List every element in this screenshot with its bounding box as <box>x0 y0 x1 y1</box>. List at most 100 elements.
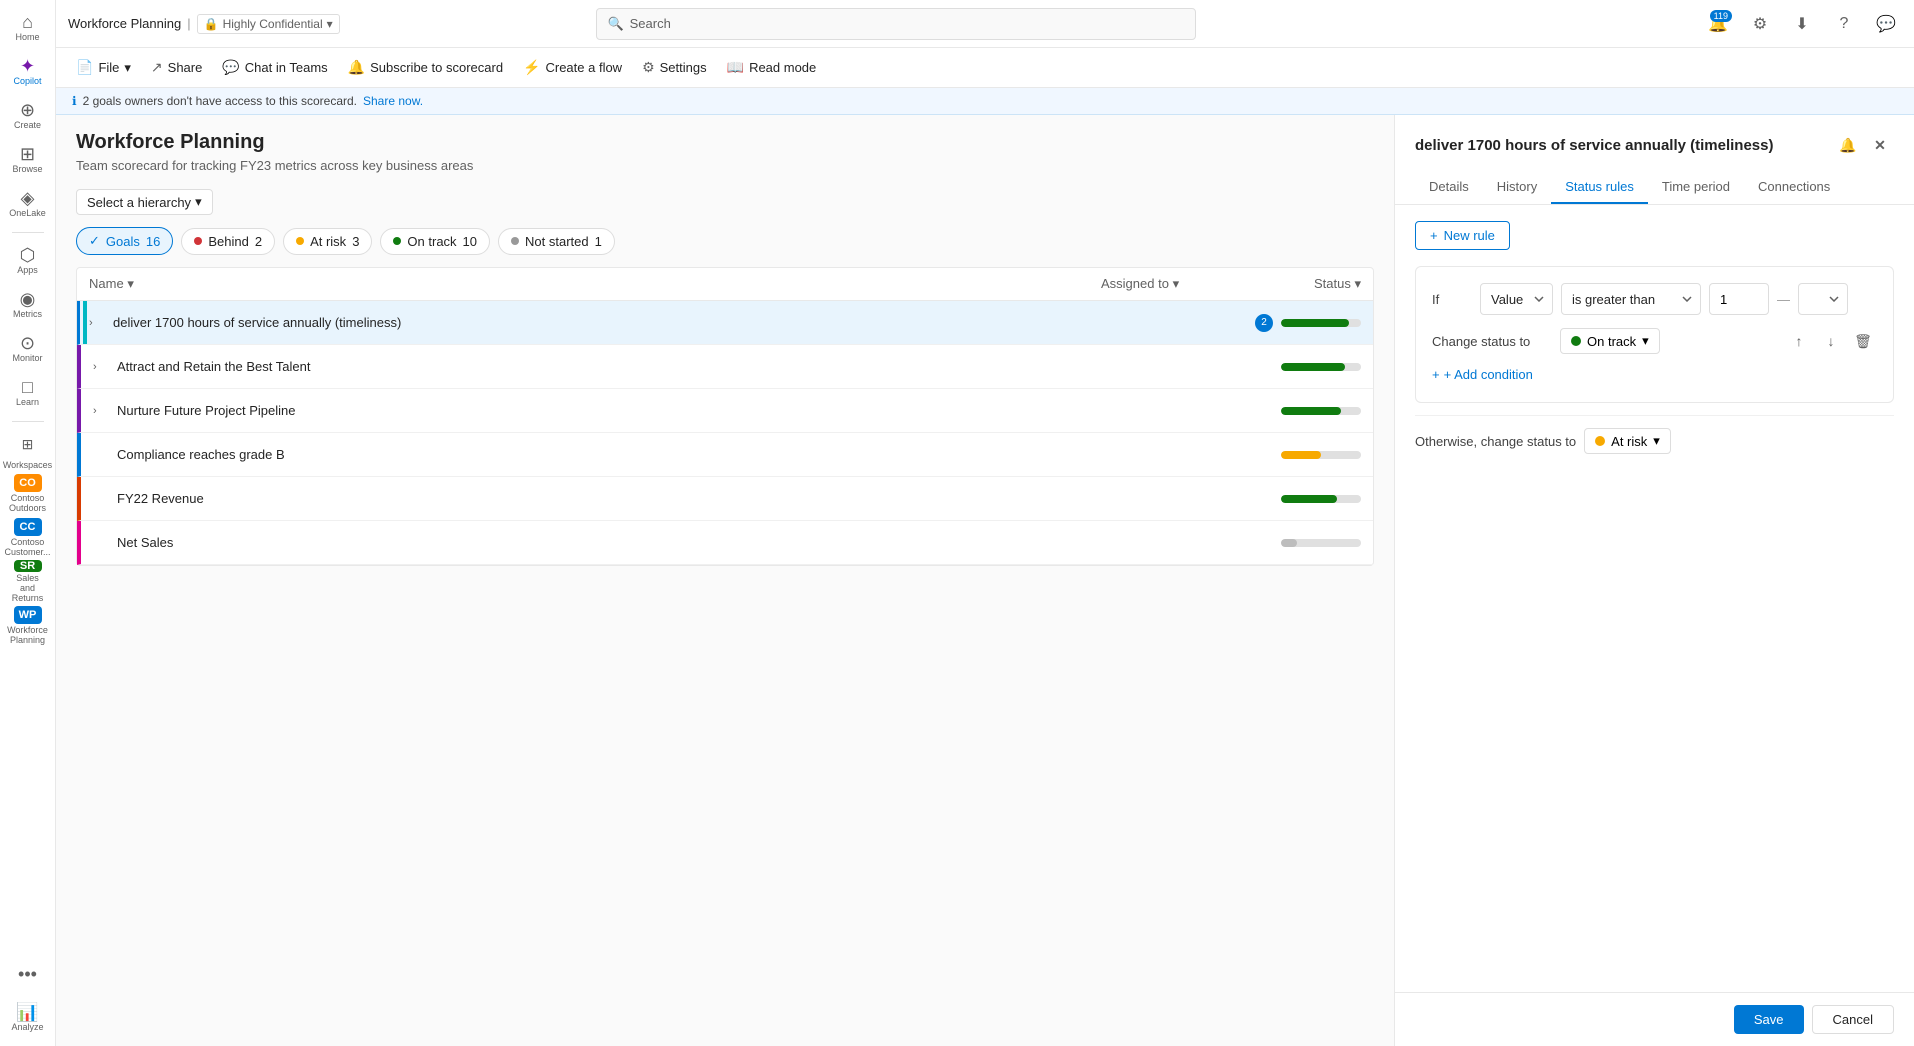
file-btn[interactable]: 📄 File ▾ <box>68 54 139 82</box>
table-row[interactable]: › Compliance reaches grade B <box>77 433 1373 477</box>
table-row[interactable]: › Attract and Retain the Best Talent <box>77 345 1373 389</box>
add-condition-label: + Add condition <box>1444 367 1533 382</box>
feedback-icon: 💬 <box>1876 14 1896 34</box>
if-label: If <box>1432 292 1472 307</box>
sidebar-item-copilot[interactable]: ✦ Copilot <box>8 52 48 92</box>
ontrack-status-dropdown[interactable]: On track ▾ <box>1560 328 1660 354</box>
add-condition-icon: + <box>1432 367 1440 382</box>
tab-details[interactable]: Details <box>1415 171 1483 204</box>
filter-goals[interactable]: ✓ Goals 16 <box>76 227 173 255</box>
download-icon: ⬇ <box>1795 14 1808 34</box>
table-row[interactable]: › FY22 Revenue <box>77 477 1373 521</box>
table-row[interactable]: › Net Sales <box>77 521 1373 565</box>
panel-tabs: Details History Status rules Time period… <box>1415 171 1894 204</box>
feedback-btn[interactable]: 💬 <box>1870 8 1902 40</box>
chat-icon: 💬 <box>222 59 239 76</box>
sidebar-item-analyze[interactable]: 📊 Analyze <box>8 998 48 1038</box>
sidebar-item-sales-returns[interactable]: SR Sales andReturns <box>8 562 48 602</box>
table-row[interactable]: › Nurture Future Project Pipeline <box>77 389 1373 433</box>
otherwise-label: Otherwise, change status to <box>1415 434 1576 449</box>
filter-notstarted-count: 1 <box>595 234 602 249</box>
sidebar-item-onelake[interactable]: ◈ OneLake <box>8 184 48 224</box>
panel-bell-btn[interactable]: 🔔 <box>1834 131 1862 159</box>
panel-content: + New rule If Value is greater than is l… <box>1395 205 1914 992</box>
tab-connections[interactable]: Connections <box>1744 171 1844 204</box>
download-btn[interactable]: ⬇ <box>1786 8 1818 40</box>
sidebar-item-home[interactable]: ⌂ Home <box>8 8 48 48</box>
filter-notstarted[interactable]: Not started 1 <box>498 228 615 255</box>
rule-value-to-select[interactable] <box>1798 283 1848 315</box>
rule-if-row: If Value is greater than is less than eq… <box>1432 283 1877 315</box>
read-mode-btn[interactable]: 📖 Read mode <box>719 54 825 82</box>
rule-delete-btn[interactable]: 🗑 <box>1849 327 1877 355</box>
topbar-right: 🔔 119 ⚙ ⬇ ? 💬 <box>1702 8 1902 40</box>
ontrack-chevron: ▾ <box>1642 333 1649 349</box>
comment-badge[interactable]: 2 <box>1255 314 1273 332</box>
chat-btn[interactable]: 💬 Chat in Teams <box>214 54 335 82</box>
cancel-button[interactable]: Cancel <box>1812 1005 1894 1034</box>
sales-returns-icon: SR <box>14 560 42 572</box>
goal-name: Compliance reaches grade B <box>113 447 1281 462</box>
panel-close-btn[interactable]: ✕ <box>1866 131 1894 159</box>
sidebar-item-learn[interactable]: □ Learn <box>8 373 48 413</box>
subscribe-btn[interactable]: 🔔 Subscribe to scorecard <box>340 54 511 82</box>
filter-ontrack-count: 10 <box>463 234 477 249</box>
save-button[interactable]: Save <box>1734 1005 1804 1034</box>
filter-behind[interactable]: Behind 2 <box>181 228 275 255</box>
rule-value-from[interactable] <box>1709 283 1769 315</box>
search-box[interactable]: 🔍 Search <box>596 8 1196 40</box>
rule-up-btn[interactable]: ↑ <box>1785 327 1813 355</box>
help-btn[interactable]: ? <box>1828 8 1860 40</box>
create-flow-btn[interactable]: ⚡ Create a flow <box>515 54 630 82</box>
close-icon: ✕ <box>1874 137 1886 154</box>
goals-check-icon: ✓ <box>89 233 100 249</box>
goal-name: deliver 1700 hours of service annually (… <box>109 315 1255 330</box>
sidebar-item-workspaces[interactable]: ⊞ Workspaces <box>8 430 48 470</box>
sensitivity-label: Highly Confidential <box>223 17 323 31</box>
search-icon: 🔍 <box>607 16 623 32</box>
sidebar-item-workforce-planning[interactable]: WP WorkforcePlanning <box>8 606 48 646</box>
expand-icon[interactable]: › <box>89 317 109 329</box>
hierarchy-btn[interactable]: Select a hierarchy ▾ <box>76 189 213 215</box>
tab-time-period[interactable]: Time period <box>1648 171 1744 204</box>
sidebar-item-apps[interactable]: ⬡ Apps <box>8 241 48 281</box>
table-row[interactable]: › deliver 1700 hours of service annually… <box>77 301 1373 345</box>
notifications-btn[interactable]: 🔔 119 <box>1702 8 1734 40</box>
sensitivity-badge[interactable]: 🔒 Highly Confidential ▾ <box>197 14 340 34</box>
filter-behind-label: Behind <box>208 234 248 249</box>
rule-change-status-row: Change status to On track ▾ ↑ ↓ 🗑 <box>1432 327 1877 355</box>
learn-icon: □ <box>22 378 33 396</box>
settings-btn[interactable]: ⚙ <box>1744 8 1776 40</box>
filter-atrisk[interactable]: At risk 3 <box>283 228 372 255</box>
expand-icon[interactable]: › <box>93 361 113 373</box>
tab-history[interactable]: History <box>1483 171 1551 204</box>
assigned-sort-icon: ▾ <box>1173 276 1180 291</box>
atrisk-dot <box>296 237 304 245</box>
ontrack-status-text: On track <box>1587 334 1636 349</box>
rule-field-select[interactable]: Value <box>1480 283 1553 315</box>
filter-atrisk-label: At risk <box>310 234 346 249</box>
tab-status-rules[interactable]: Status rules <box>1551 171 1648 204</box>
expand-icon[interactable]: › <box>93 405 113 417</box>
atrisk-status-dropdown[interactable]: At risk ▾ <box>1584 428 1671 454</box>
new-rule-btn[interactable]: + New rule <box>1415 221 1510 250</box>
filter-bar: ✓ Goals 16 Behind 2 At risk 3 On track <box>76 227 1374 255</box>
sidebar-item-browse[interactable]: ⊞ Browse <box>8 140 48 180</box>
add-condition-btn[interactable]: + + Add condition <box>1432 363 1533 386</box>
rule-condition-select[interactable]: is greater than is less than equals <box>1561 283 1701 315</box>
sidebar-item-metrics[interactable]: ◉ Metrics <box>8 285 48 325</box>
sidebar-item-create[interactable]: ⊕ Create <box>8 96 48 136</box>
status-bar <box>1281 407 1361 415</box>
sidebar-item-more[interactable]: ••• <box>8 954 48 994</box>
rule-down-btn[interactable]: ↓ <box>1817 327 1845 355</box>
settings-toolbar-btn[interactable]: ⚙ Settings <box>634 54 715 82</box>
read-mode-icon: 📖 <box>727 59 744 76</box>
filter-ontrack[interactable]: On track 10 <box>380 228 490 255</box>
status-fill <box>1281 495 1337 503</box>
share-now-link[interactable]: Share now. <box>363 94 423 108</box>
sidebar-item-monitor[interactable]: ⊙ Monitor <box>8 329 48 369</box>
sidebar-item-contoso-outdoors[interactable]: CO ContosoOutdoors <box>8 474 48 514</box>
status-sort-icon: ▾ <box>1354 276 1361 291</box>
sidebar-item-contoso-customer[interactable]: CC ContosoCustomer... <box>8 518 48 558</box>
share-btn[interactable]: ↗ Share <box>143 54 210 82</box>
